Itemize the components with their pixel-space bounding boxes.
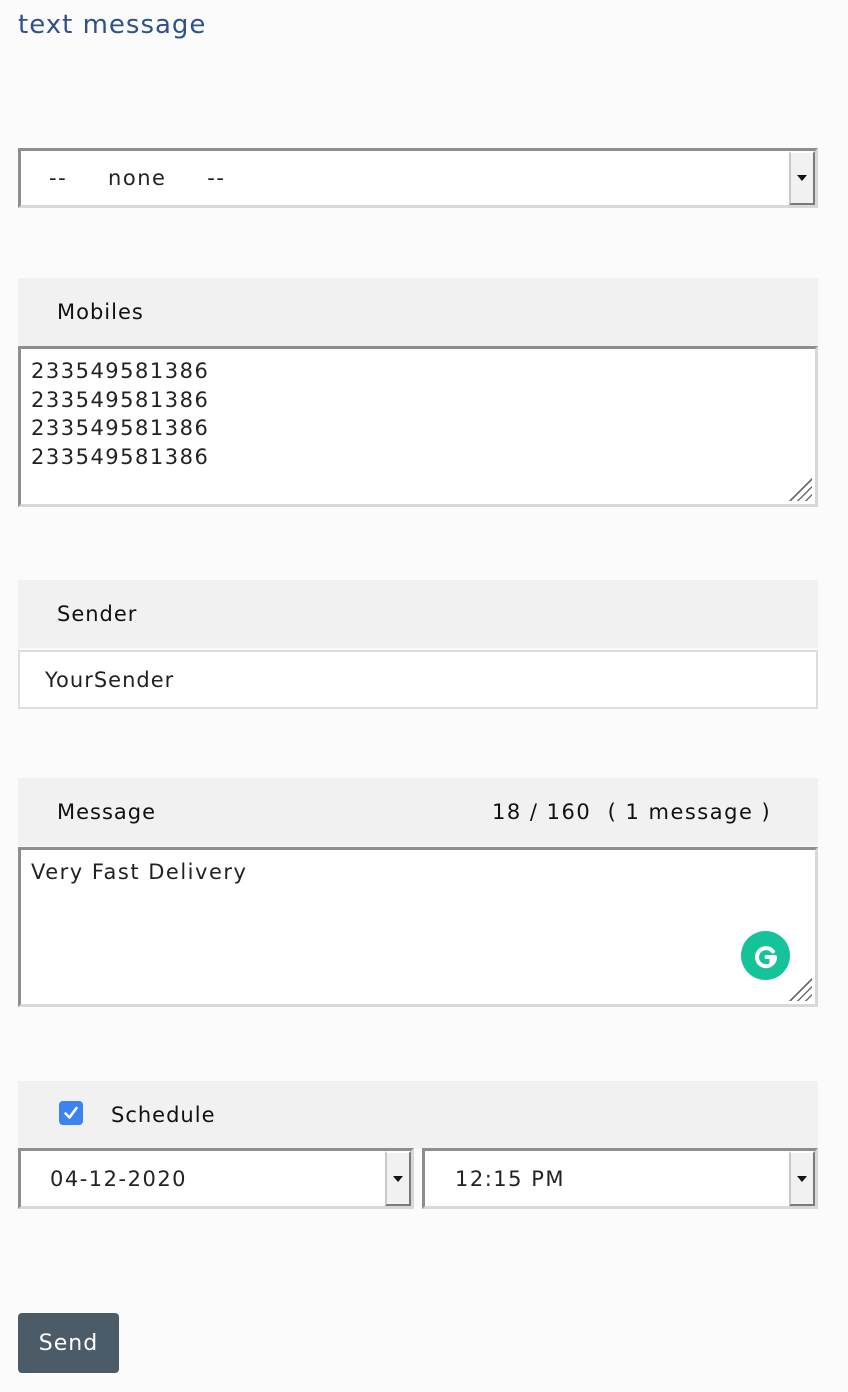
chevron-down-icon — [393, 1175, 403, 1182]
mobile-number: 233549581386 — [31, 387, 210, 412]
template-select-value: -- none -- — [49, 166, 226, 190]
time-dropdown-button[interactable] — [789, 1151, 815, 1206]
mobile-number: 233549581386 — [31, 359, 210, 383]
send-button[interactable]: Send — [18, 1313, 119, 1373]
message-label-bar: Message 18 / 160 ( 1 message ) — [18, 778, 818, 846]
template-select[interactable]: -- none -- — [18, 148, 818, 208]
schedule-checkbox[interactable] — [59, 1101, 83, 1125]
mobiles-label-bar: Mobiles — [18, 278, 818, 346]
resize-handle-icon[interactable] — [786, 975, 812, 1001]
sender-label-bar: Sender — [18, 580, 818, 648]
schedule-time-value: 12:15 PM — [455, 1166, 565, 1191]
chevron-down-icon — [797, 175, 807, 181]
mobiles-label: Mobiles — [57, 300, 144, 324]
schedule-label-bar: Schedule — [18, 1081, 818, 1149]
resize-handle-icon[interactable] — [786, 475, 812, 501]
schedule-label: Schedule — [111, 1103, 216, 1127]
sender-label: Sender — [57, 602, 138, 626]
sender-input[interactable]: YourSender — [18, 650, 818, 709]
template-select-dropdown-button[interactable] — [789, 151, 815, 205]
mobiles-textarea[interactable]: 233549581386 233549581386 233549581386 2… — [18, 346, 818, 507]
sender-input-value: YourSender — [45, 667, 175, 692]
message-text: Very Fast Delivery — [31, 860, 248, 884]
message-textarea[interactable]: Very Fast Delivery — [18, 847, 818, 1007]
page-title: text message — [18, 10, 207, 40]
schedule-date-select[interactable]: 04-12-2020 — [18, 1148, 414, 1209]
grammarly-icon[interactable] — [741, 931, 790, 980]
schedule-time-select[interactable]: 12:15 PM — [422, 1148, 818, 1209]
mobiles-list: 233549581386 233549581386 233549581386 2… — [31, 357, 209, 471]
schedule-date-value: 04-12-2020 — [50, 1166, 188, 1191]
checkmark-icon — [64, 1106, 78, 1119]
message-label: Message — [57, 800, 157, 824]
mobile-number: 233549581386 — [31, 416, 210, 440]
date-dropdown-button[interactable] — [385, 1151, 411, 1206]
character-counter: 18 / 160 ( 1 message ) — [492, 800, 772, 824]
mobile-number: 233549581386 — [31, 444, 210, 469]
chevron-down-icon — [797, 1175, 807, 1182]
grammarly-g-glyph — [754, 945, 777, 968]
